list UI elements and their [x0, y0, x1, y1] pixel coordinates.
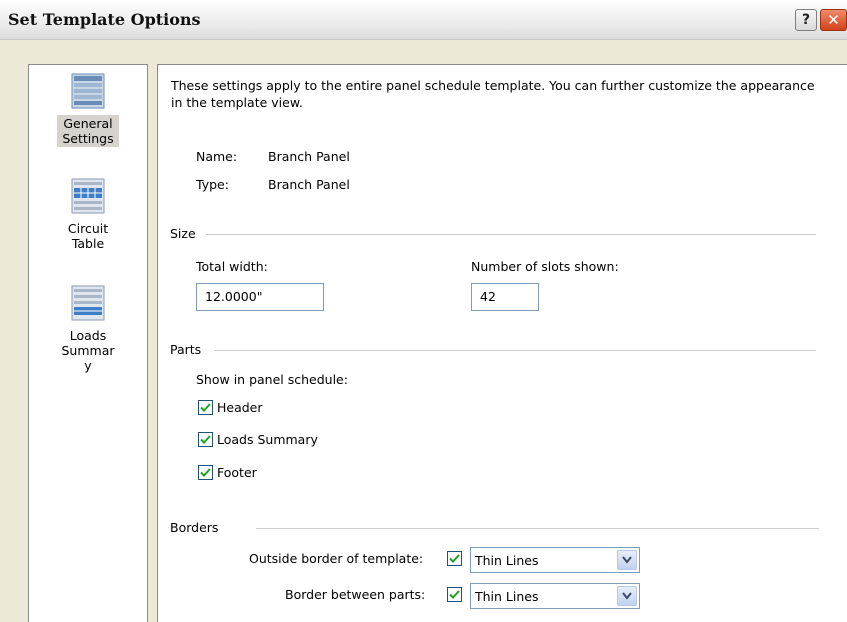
settings-content: These settings apply to the entire panel…: [157, 64, 847, 622]
checkmark-icon: [449, 590, 460, 599]
size-group-divider: [206, 234, 816, 235]
name-label: Name:: [196, 149, 238, 164]
show-in-schedule-label: Show in panel schedule:: [196, 372, 348, 387]
intro-text: These settings apply to the entire panel…: [171, 78, 815, 110]
close-button[interactable]: ✕: [820, 9, 847, 31]
settings-nav-panel: General Settings Circuit Table Loads Sum…: [28, 64, 148, 622]
between-parts-select-value: Thin Lines: [475, 589, 539, 604]
checkmark-icon: [200, 435, 211, 444]
between-parts-checkbox-row[interactable]: [447, 587, 466, 602]
slots-input[interactable]: 42: [471, 283, 539, 311]
nav-label-loads-summary: Loads Summary: [61, 328, 115, 373]
header-checkbox-row[interactable]: Header: [198, 400, 263, 415]
type-value: Branch Panel: [268, 177, 350, 192]
between-parts-checkbox[interactable]: [447, 587, 462, 602]
general-settings-icon: [71, 73, 105, 109]
checkmark-icon: [449, 554, 460, 563]
name-value: Branch Panel: [268, 149, 350, 164]
between-parts-select[interactable]: Thin Lines: [470, 583, 640, 609]
help-button[interactable]: ?: [795, 9, 817, 31]
footer-checkbox[interactable]: [198, 465, 213, 480]
nav-label-circuit-table: Circuit Table: [67, 221, 109, 251]
outside-border-select[interactable]: Thin Lines: [470, 547, 640, 573]
nav-item-circuit-table[interactable]: Circuit Table: [29, 178, 147, 252]
footer-checkbox-row[interactable]: Footer: [198, 465, 257, 480]
loads-summary-checkbox[interactable]: [198, 432, 213, 447]
loads-summary-checkbox-row[interactable]: Loads Summary: [198, 432, 318, 447]
outside-border-label: Outside border of template:: [249, 551, 424, 566]
borders-group-divider: [256, 528, 819, 529]
nav-item-loads-summary[interactable]: Loads Summary: [29, 285, 147, 374]
total-width-label: Total width:: [196, 259, 268, 274]
outside-border-select-value: Thin Lines: [475, 553, 539, 568]
borders-group-title: Borders: [170, 520, 219, 535]
total-width-input[interactable]: 12.0000": [196, 283, 324, 311]
slots-label: Number of slots shown:: [471, 259, 619, 274]
header-checkbox[interactable]: [198, 400, 213, 415]
loads-summary-icon: [71, 285, 105, 321]
dialog-body: General Settings Circuit Table Loads Sum…: [0, 40, 847, 622]
checkmark-icon: [200, 468, 211, 477]
footer-checkbox-label: Footer: [217, 465, 257, 480]
loads-summary-checkbox-label: Loads Summary: [217, 432, 318, 447]
parts-group-title: Parts: [170, 342, 202, 357]
type-label: Type:: [196, 177, 229, 192]
outside-border-checkbox[interactable]: [447, 551, 462, 566]
nav-label-general-settings: General Settings: [57, 115, 119, 147]
circuit-table-icon: [71, 178, 105, 214]
size-group-title: Size: [170, 226, 196, 241]
header-checkbox-label: Header: [217, 400, 263, 415]
between-parts-label: Border between parts:: [285, 587, 426, 602]
chevron-down-icon[interactable]: [617, 586, 637, 606]
dialog-title: Set Template Options: [8, 10, 201, 29]
checkmark-icon: [200, 403, 211, 412]
chevron-down-icon[interactable]: [617, 550, 637, 570]
parts-group-divider: [214, 350, 816, 351]
title-bar: Set Template Options ? ✕: [0, 0, 847, 40]
outside-border-checkbox-row[interactable]: [447, 551, 466, 566]
nav-item-general-settings[interactable]: General Settings: [29, 73, 147, 147]
